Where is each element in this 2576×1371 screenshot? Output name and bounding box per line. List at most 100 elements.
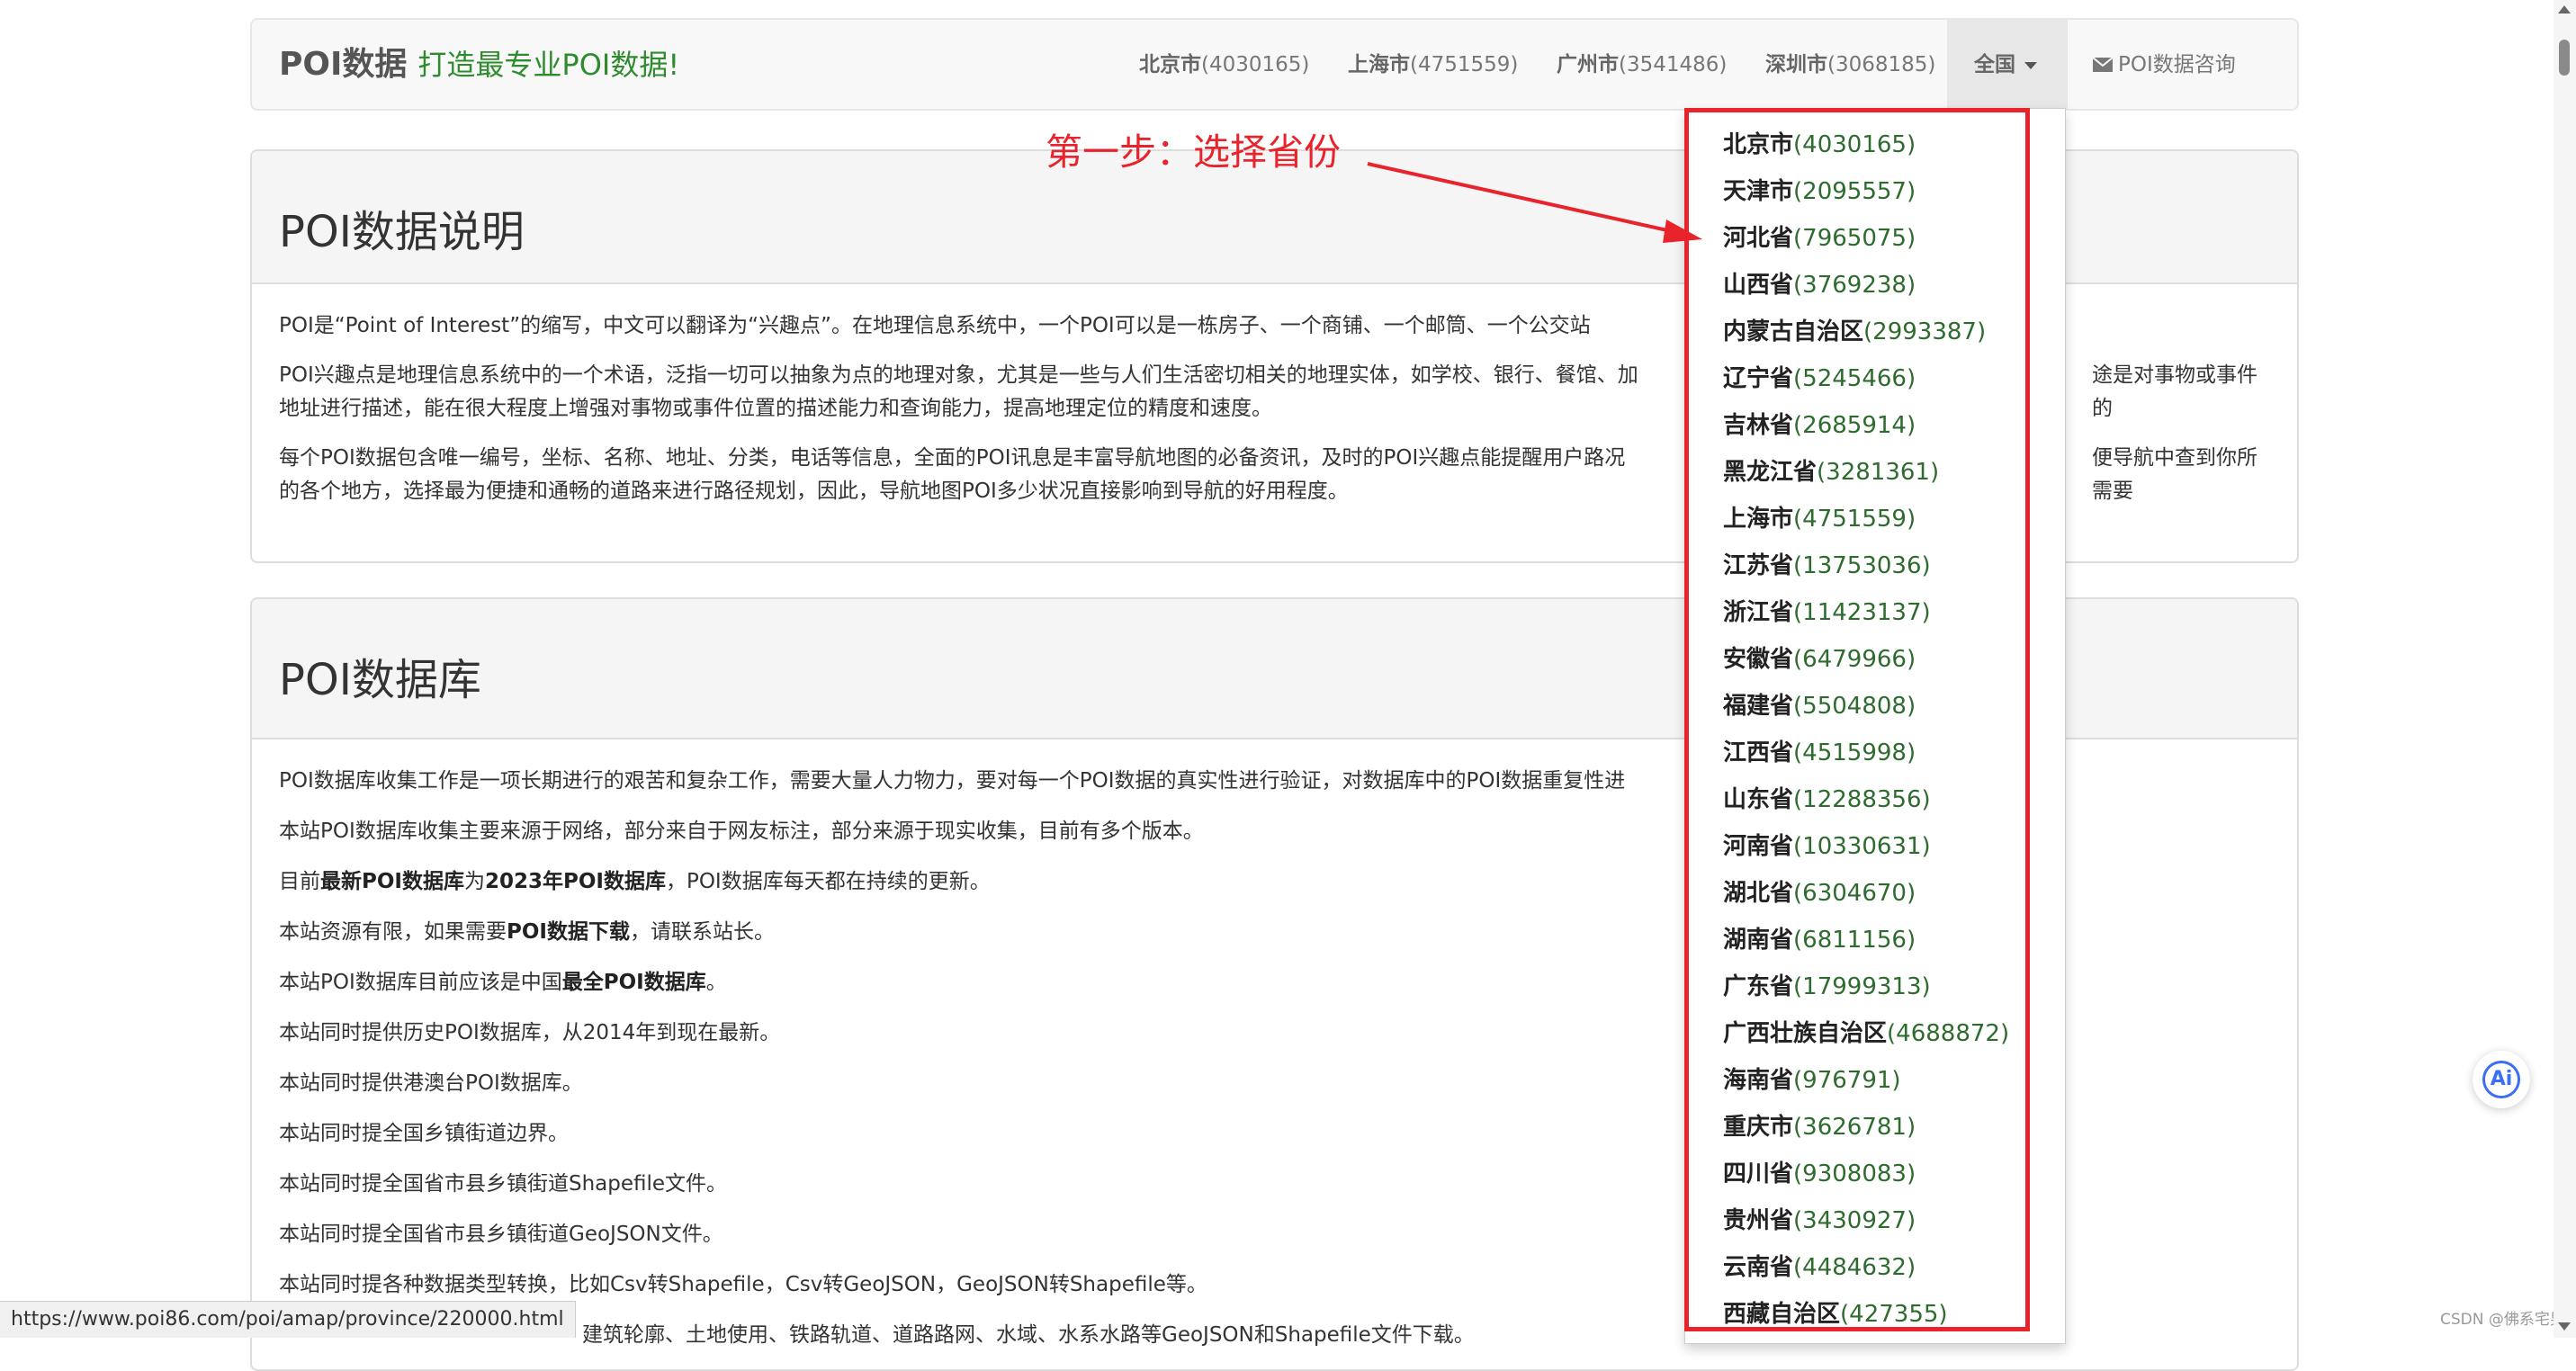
province-count: (5504808) — [1793, 693, 1916, 720]
status-bar-url: https://www.poi86.com/poi/amap/province/… — [0, 1301, 576, 1338]
dropdown-item-jilin[interactable]: 吉林省(2685914) — [1723, 403, 1916, 448]
brand-name[interactable]: POI数据 — [279, 46, 407, 83]
province-name: 辽宁省 — [1723, 365, 1794, 392]
province-name: 安徽省 — [1723, 646, 1794, 673]
province-name: 浙江省 — [1723, 599, 1794, 626]
nav-item-shenzhen[interactable]: 深圳市(3068185) — [1765, 20, 1935, 110]
province-name: 广东省 — [1723, 973, 1794, 1000]
province-name: 江西省 — [1723, 739, 1794, 766]
brand[interactable]: POI数据 打造最专业POI数据! — [279, 20, 679, 110]
province-name: 内蒙古自治区 — [1723, 318, 1864, 345]
province-name: 福建省 — [1723, 693, 1794, 720]
province-name: 河北省 — [1723, 225, 1794, 252]
province-count: (976791) — [1793, 1067, 1901, 1094]
province-count: (3281361) — [1817, 459, 1940, 486]
nav-dropdown-label: 全国 — [1974, 53, 2015, 76]
dropdown-item-zhejiang[interactable]: 浙江省(11423137) — [1723, 590, 1931, 635]
province-count: (4030165) — [1793, 131, 1916, 158]
nav-item-count: (4030165) — [1201, 53, 1310, 76]
bold-text: POI数据下载 — [507, 920, 630, 944]
province-count: (6304670) — [1793, 880, 1916, 907]
paragraph-text: 的各个地方，选择最为便捷和通畅的道路来进行路径规划，因此，导航地图POI多少状况… — [279, 479, 1349, 503]
province-name: 江苏省 — [1723, 552, 1794, 579]
province-name: 吉林省 — [1723, 412, 1794, 439]
dropdown-item-shanghai[interactable]: 上海市(4751559) — [1723, 497, 1916, 542]
province-count: (4751559) — [1793, 506, 1916, 533]
province-count: (2095557) — [1793, 178, 1916, 205]
dropdown-item-sichuan[interactable]: 四川省(9308083) — [1723, 1151, 1916, 1196]
bold-text: 2023年POI数据库 — [484, 870, 666, 893]
dropdown-item-shandong[interactable]: 山东省(12288356) — [1723, 777, 1931, 822]
watermark: CSDN @佛系宅男 — [2440, 1311, 2565, 1329]
province-count: (4515998) — [1793, 739, 1916, 766]
province-count: (11423137) — [1793, 599, 1931, 626]
dropdown-item-xizang[interactable]: 西藏自治区(427355) — [1723, 1292, 1948, 1337]
dropdown-item-jiangxi[interactable]: 江西省(4515998) — [1723, 730, 1916, 775]
scroll-down-arrow-icon[interactable] — [2558, 1322, 2571, 1331]
nav-item-guangzhou[interactable]: 广州市(3541486) — [1557, 20, 1727, 110]
province-name: 山西省 — [1723, 272, 1794, 299]
nav-item-shanghai[interactable]: 上海市(4751559) — [1348, 20, 1518, 110]
province-count: (6479966) — [1793, 646, 1916, 673]
bold-text: 最全POI数据库 — [561, 971, 706, 994]
dropdown-item-hubei[interactable]: 湖北省(6304670) — [1723, 871, 1916, 916]
dropdown-item-hainan[interactable]: 海南省(976791) — [1723, 1058, 1901, 1103]
province-name: 天津市 — [1723, 178, 1794, 205]
province-name: 黑龙江省 — [1723, 459, 1818, 486]
nav-item-name: 上海市 — [1348, 53, 1410, 76]
dropdown-item-tianjin[interactable]: 天津市(2095557) — [1723, 169, 1916, 214]
ai-assistant-button[interactable]: Ai — [2473, 1051, 2530, 1108]
province-count: (2993387) — [1863, 318, 1987, 345]
bold-text: 最新POI数据库 — [320, 870, 464, 893]
text: ，请联系站长。 — [629, 920, 775, 944]
scroll-up-arrow-icon[interactable] — [2558, 5, 2571, 13]
dropdown-item-heilongjiang[interactable]: 黑龙江省(3281361) — [1723, 450, 1939, 495]
paragraph-text: POI兴趣点是地理信息系统中的一个术语，泛指一切可以抽象为点的地理对象，尤其是一… — [279, 363, 1638, 387]
province-count: (3626781) — [1793, 1114, 1916, 1141]
province-name: 西藏自治区 — [1723, 1301, 1841, 1328]
brand-slogan: 打造最专业POI数据! — [417, 48, 680, 82]
nav-item-count: (3068185) — [1827, 53, 1936, 76]
dropdown-item-chongqing[interactable]: 重庆市(3626781) — [1723, 1105, 1916, 1150]
province-count: (3430927) — [1793, 1207, 1916, 1234]
top-navbar: POI数据 打造最专业POI数据! 北京市(4030165) 上海市(475155… — [250, 18, 2299, 111]
text: 本站资源有限，如果需要 — [279, 920, 507, 944]
text: 本站POI数据库目前应该是中国 — [279, 971, 562, 994]
dropdown-item-jiangsu[interactable]: 江苏省(13753036) — [1723, 543, 1931, 588]
dropdown-item-shanxi[interactable]: 山西省(3769238) — [1723, 263, 1916, 308]
paragraph-text: POI是“Point of Interest”的缩写，中文可以翻译为“兴趣点”。… — [279, 314, 1591, 337]
province-count: (4688872) — [1887, 1020, 2010, 1047]
dropdown-item-anhui[interactable]: 安徽省(6479966) — [1723, 637, 1916, 682]
nav-item-beijing[interactable]: 北京市(4030165) — [1139, 20, 1309, 110]
dropdown-item-guangdong[interactable]: 广东省(17999313) — [1723, 964, 1931, 1009]
dropdown-item-guizhou[interactable]: 贵州省(3430927) — [1723, 1198, 1916, 1243]
dropdown-item-neimenggu[interactable]: 内蒙古自治区(2993387) — [1723, 309, 1986, 354]
text: 目前 — [279, 870, 320, 893]
nav-consult-label: POI数据咨询 — [2118, 53, 2236, 76]
scrollbar-thumb[interactable] — [2559, 40, 2570, 76]
nav-item-name: 北京市 — [1139, 53, 1201, 76]
paragraph-text: 地址进行描述，能在很大程度上增强对事物或事件位置的描述能力和查询能力，提高地理定… — [279, 397, 1272, 420]
province-count: (7965075) — [1793, 225, 1916, 252]
nav-dropdown-national[interactable]: 全国 — [1947, 20, 2068, 110]
province-dropdown-menu: 北京市(4030165) 天津市(2095557) 河北省(7965075) 山… — [1684, 108, 2066, 1344]
nav-item-consult[interactable]: POI数据咨询 — [2093, 20, 2236, 110]
province-count: (12288356) — [1793, 786, 1931, 813]
dropdown-item-hebei[interactable]: 河北省(7965075) — [1723, 216, 1916, 261]
paragraph-text: 每个POI数据包含唯一编号，坐标、名称、地址、分类，电话等信息，全面的POI讯息… — [279, 446, 1626, 470]
province-name: 贵州省 — [1723, 1207, 1794, 1234]
dropdown-item-beijing[interactable]: 北京市(4030165) — [1723, 122, 1916, 167]
dropdown-item-yunnan[interactable]: 云南省(4484632) — [1723, 1245, 1916, 1290]
province-count: (427355) — [1840, 1301, 1948, 1328]
vertical-scrollbar[interactable] — [2554, 0, 2576, 1338]
dropdown-item-liaoning[interactable]: 辽宁省(5245466) — [1723, 356, 1916, 401]
province-count: (5245466) — [1793, 365, 1916, 392]
province-name: 山东省 — [1723, 786, 1794, 813]
province-count: (13753036) — [1793, 552, 1931, 579]
paragraph-text: 途是对事物或事件的 — [2092, 363, 2257, 420]
dropdown-item-henan[interactable]: 河南省(10330631) — [1723, 824, 1931, 869]
nav-item-count: (3541486) — [1619, 53, 1728, 76]
dropdown-item-guangxi[interactable]: 广西壮族自治区(4688872) — [1723, 1011, 2009, 1056]
dropdown-item-hunan[interactable]: 湖南省(6811156) — [1723, 918, 1916, 963]
dropdown-item-fujian[interactable]: 福建省(5504808) — [1723, 684, 1916, 729]
